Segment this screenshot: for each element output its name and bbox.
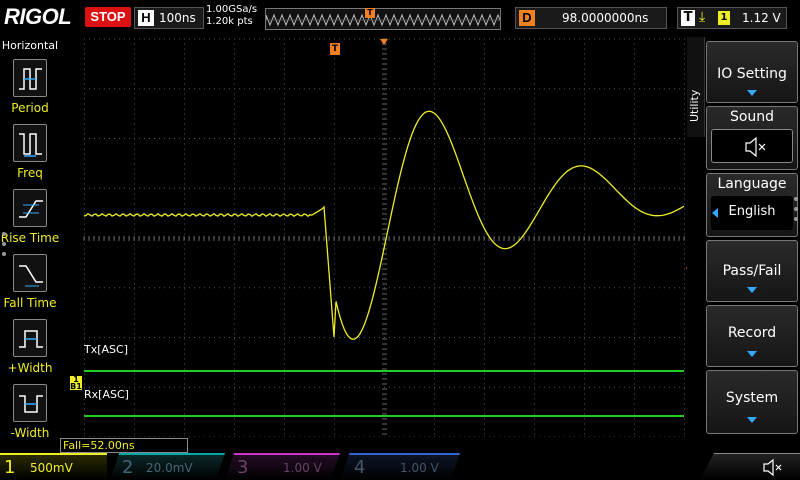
pass-fail-button[interactable]: Pass/Fail bbox=[706, 240, 798, 302]
run-stop-indicator[interactable]: STOP bbox=[85, 7, 131, 27]
ch1-waveform bbox=[83, 110, 685, 340]
fall-time-icon bbox=[13, 254, 47, 292]
brand-logo: RIGOL bbox=[4, 4, 72, 29]
measure-rise-time-button[interactable]: Rise Time bbox=[0, 187, 60, 251]
utility-menu-tab: Utility bbox=[687, 37, 705, 137]
measure-freq-button[interactable]: Freq bbox=[0, 122, 60, 186]
measure-freq-label: Freq bbox=[17, 166, 43, 180]
delay-display[interactable]: D 98.0000000ns bbox=[515, 7, 667, 29]
measure-fall-time-label: Fall Time bbox=[3, 296, 57, 310]
memory-waveform-icon bbox=[266, 13, 500, 27]
measure-rise-time-label: Rise Time bbox=[0, 231, 60, 245]
ch4-tab[interactable]: 4 1.00 V bbox=[340, 453, 460, 480]
ch1-number: 1 bbox=[4, 457, 16, 478]
sample-rate: 1.00GSa/s bbox=[206, 4, 258, 15]
speaker-mute-icon bbox=[763, 458, 782, 477]
io-setting-label: IO Setting bbox=[717, 66, 787, 82]
sound-button[interactable]: Sound bbox=[706, 106, 798, 170]
measure-pos-width-button[interactable]: +Width bbox=[0, 317, 60, 381]
pos-width-icon bbox=[13, 319, 47, 357]
decode-tx-label: Tx[ASC] bbox=[84, 343, 128, 356]
measure-menu-title: Horizontal bbox=[1, 39, 59, 52]
ch4-scale: 1.00 V bbox=[400, 461, 439, 475]
measure-period-label: Period bbox=[11, 101, 49, 115]
trigger-time-arrow-icon bbox=[380, 39, 388, 45]
freq-icon bbox=[13, 124, 47, 162]
language-button[interactable]: Language English bbox=[706, 173, 798, 237]
ch1-offset-marker[interactable]: 1 B1 bbox=[70, 376, 82, 391]
waveform-grid bbox=[83, 38, 685, 438]
language-label: Language bbox=[717, 176, 787, 192]
record-button[interactable]: Record bbox=[706, 305, 798, 367]
ch3-number: 3 bbox=[237, 457, 249, 478]
record-label: Record bbox=[727, 325, 777, 341]
measure-neg-width-button[interactable]: -Width bbox=[0, 382, 60, 446]
ch2-scale: 20.0mV bbox=[146, 461, 193, 475]
timebase-label: H bbox=[138, 10, 154, 26]
memory-overview-bar[interactable] bbox=[265, 8, 501, 30]
period-icon bbox=[13, 59, 47, 97]
sound-status-tab[interactable] bbox=[700, 453, 800, 480]
ch2-tab[interactable]: 2 20.0mV bbox=[110, 453, 225, 480]
io-setting-button[interactable]: IO Setting bbox=[706, 41, 798, 103]
language-value-box: English bbox=[711, 196, 793, 230]
measure-menu: Horizontal Period Freq Rise Time Fall Ti… bbox=[0, 37, 60, 453]
language-value: English bbox=[728, 204, 776, 219]
rise-time-icon bbox=[13, 189, 47, 227]
ch1-tab[interactable]: 1 500mV bbox=[0, 453, 107, 480]
trigger-source-badge: 1 bbox=[718, 11, 730, 25]
menu-page-indicator bbox=[2, 232, 6, 262]
delay-label: D bbox=[519, 10, 535, 26]
trigger-display[interactable]: T ⤓ 1 1.12 V bbox=[677, 7, 787, 29]
delay-value: 98.0000000ns bbox=[562, 11, 649, 25]
memory-depth: 1.20k pts bbox=[206, 16, 253, 27]
measure-pos-width-label: +Width bbox=[7, 361, 53, 375]
waveform-display[interactable]: Tx[ASC] Rx[ASC] 1 B1 T bbox=[62, 37, 700, 438]
speaker-mute-icon bbox=[745, 136, 766, 158]
ch1-scale: 500mV bbox=[30, 461, 73, 475]
timebase-value: 100ns bbox=[159, 11, 196, 25]
ch3-scale: 1.00 V bbox=[283, 461, 322, 475]
sound-label: Sound bbox=[729, 109, 775, 125]
submenu-arrow-icon bbox=[747, 351, 757, 357]
measure-fall-time-button[interactable]: Fall Time bbox=[0, 252, 60, 316]
channel-bar: 1 500mV 2 20.0mV 3 1.00 V 4 1.00 V bbox=[0, 453, 800, 480]
measure-period-button[interactable]: Period bbox=[0, 57, 60, 121]
trigger-label: T bbox=[681, 10, 695, 26]
sound-value-box bbox=[711, 129, 793, 163]
falling-edge-icon: ⤓ bbox=[699, 9, 706, 25]
pass-fail-label: Pass/Fail bbox=[722, 263, 782, 279]
submenu-arrow-icon bbox=[747, 417, 757, 423]
system-label: System bbox=[725, 390, 779, 406]
ch4-number: 4 bbox=[354, 457, 366, 478]
measure-neg-width-label: -Width bbox=[10, 426, 50, 440]
trigger-position-overview-icon: T bbox=[365, 8, 375, 18]
ch2-number: 2 bbox=[122, 457, 134, 478]
decode-rx-label: Rx[ASC] bbox=[84, 388, 129, 401]
submenu-arrow-icon bbox=[747, 287, 757, 293]
utility-menu: Utility IO Setting Sound Language Englis… bbox=[687, 37, 800, 453]
acquisition-info: 1.00GSa/s 1.20k pts bbox=[206, 4, 264, 32]
measurement-result: Fall=52.00ns bbox=[60, 438, 188, 453]
system-button[interactable]: System bbox=[706, 370, 798, 434]
menu-page-indicator bbox=[794, 197, 798, 227]
status-bar: RIGOL STOP H 100ns 1.00GSa/s 1.20k pts T… bbox=[0, 0, 800, 36]
neg-width-icon bbox=[13, 384, 47, 422]
trigger-position-marker[interactable]: T bbox=[330, 43, 340, 55]
submenu-arrow-icon bbox=[747, 90, 757, 96]
ch3-tab[interactable]: 3 1.00 V bbox=[225, 453, 340, 480]
timebase-display[interactable]: H 100ns bbox=[134, 7, 204, 29]
trigger-level-value: 1.12 V bbox=[742, 11, 781, 25]
